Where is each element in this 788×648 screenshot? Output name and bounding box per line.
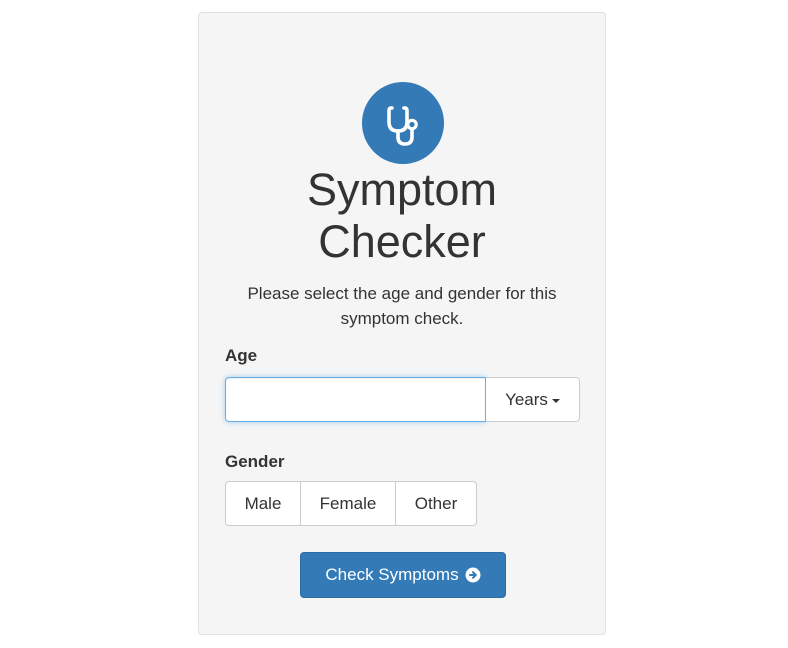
gender-female-button[interactable]: Female bbox=[300, 481, 396, 526]
check-symptoms-button[interactable]: Check Symptoms bbox=[300, 552, 506, 598]
gender-label: Gender bbox=[225, 452, 285, 471]
stethoscope-icon bbox=[362, 82, 444, 164]
gender-button-group: Male Female Other bbox=[225, 481, 477, 526]
instructions-text: Please select the age and gender for thi… bbox=[247, 284, 557, 328]
age-input[interactable] bbox=[225, 377, 486, 422]
age-unit-dropdown[interactable]: Years bbox=[486, 377, 580, 422]
title-line-2: Checker bbox=[318, 216, 486, 267]
page-title: Symptom Checker bbox=[199, 164, 605, 268]
gender-male-button[interactable]: Male bbox=[225, 481, 301, 526]
gender-other-button[interactable]: Other bbox=[395, 481, 477, 526]
symptom-checker-card: Symptom Checker Please select the age an… bbox=[198, 12, 606, 635]
age-label: Age bbox=[225, 346, 258, 365]
age-unit-selected: Years bbox=[505, 389, 548, 409]
check-symptoms-label: Check Symptoms bbox=[325, 565, 459, 584]
arrow-circle-right-icon bbox=[465, 567, 481, 583]
title-line-1: Symptom bbox=[306, 164, 498, 215]
caret-down-icon bbox=[551, 398, 560, 403]
